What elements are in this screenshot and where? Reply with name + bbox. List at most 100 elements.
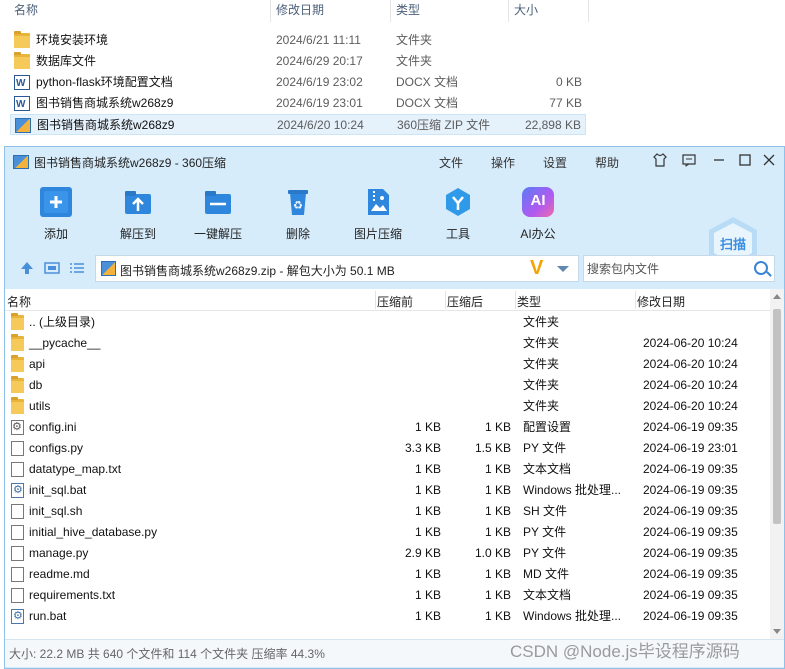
- table-row[interactable]: api 文件夹 2024-06-20 10:24: [5, 354, 770, 375]
- column-separator[interactable]: [375, 291, 376, 309]
- folder-icon: [11, 334, 24, 351]
- list-view-icon[interactable]: [69, 261, 85, 275]
- table-row[interactable]: readme.md 1 KB 1 KB MD 文件 2024-06-19 09:35: [5, 564, 770, 585]
- table-row[interactable]: run.bat 1 KB 1 KB Windows 批处理... 2024-06-19 …: [5, 606, 770, 627]
- menu-settings[interactable]: 设置: [543, 154, 567, 171]
- file-type: 配置设置: [523, 420, 572, 434]
- size-after: 1.5 KB: [474, 441, 511, 455]
- path-field[interactable]: 图书销售商城系统w268z9.zip - 解包大小为 50.1 MB V: [95, 255, 579, 282]
- table-row[interactable]: __pycache__ 文件夹 2024-06-20 10:24: [5, 333, 770, 354]
- col-before[interactable]: 压缩前: [377, 293, 413, 310]
- col-date[interactable]: 修改日期: [637, 293, 685, 310]
- up-arrow-icon[interactable]: [19, 261, 35, 275]
- search-box[interactable]: [583, 255, 775, 282]
- table-row[interactable]: utils 文件夹 2024-06-20 10:24: [5, 396, 770, 417]
- verified-badge[interactable]: V: [530, 257, 543, 280]
- file-date: 2024-06-20 10:24: [643, 357, 738, 371]
- explorer-col-size[interactable]: 大小: [508, 0, 538, 22]
- table-row[interactable]: datatype_map.txt 1 KB 1 KB 文本文档 2024-06-19 0…: [5, 459, 770, 480]
- size-after: 1 KB: [484, 525, 511, 539]
- close-icon[interactable]: [759, 152, 779, 172]
- column-separator[interactable]: [635, 291, 636, 309]
- menu-operate[interactable]: 操作: [491, 154, 515, 171]
- col-name[interactable]: 名称: [7, 293, 31, 310]
- maximize-icon[interactable]: [735, 152, 755, 172]
- extract-to-button[interactable]: 解压到: [103, 183, 173, 245]
- scroll-up-icon[interactable]: [773, 294, 781, 299]
- column-separator[interactable]: [515, 291, 516, 309]
- explorer-row[interactable]: 数据库文件 2024/6/29 20:17 文件夹: [10, 51, 586, 72]
- scroll-down-icon[interactable]: [773, 629, 781, 634]
- size-before: 1 KB: [414, 609, 441, 623]
- file-type: 文件夹: [523, 399, 560, 413]
- table-row[interactable]: init_sql.bat 1 KB 1 KB Windows 批处理... 2024-0…: [5, 480, 770, 501]
- file-type: Windows 批处理...: [523, 609, 622, 623]
- search-input[interactable]: [587, 260, 747, 278]
- column-separator[interactable]: [445, 291, 446, 309]
- size-after: 1.0 KB: [474, 546, 511, 560]
- menu-file[interactable]: 文件: [439, 154, 463, 171]
- file-date: 2024-06-20 10:24: [643, 378, 738, 392]
- file-name: python-flask环境配置文档: [36, 75, 173, 89]
- col-type[interactable]: 类型: [517, 293, 541, 310]
- chevron-down-icon[interactable]: [557, 266, 569, 272]
- table-row[interactable]: .. (上级目录) 文件夹: [5, 312, 770, 333]
- explorer-col-name[interactable]: 名称: [8, 0, 38, 22]
- file-date: 2024-06-19 09:35: [643, 525, 738, 539]
- explorer-col-type[interactable]: 类型: [390, 0, 420, 22]
- menu-help[interactable]: 帮助: [595, 154, 619, 171]
- file-name: configs.py: [29, 441, 84, 455]
- table-row[interactable]: initial_hive_database.py 1 KB 1 KB PY 文件 202…: [5, 522, 770, 543]
- table-row[interactable]: requirements.txt 1 KB 1 KB 文本文档 2024-06-19 0…: [5, 585, 770, 606]
- tools-button[interactable]: 工具: [423, 183, 493, 245]
- column-separator[interactable]: [588, 0, 589, 22]
- col-after[interactable]: 压缩后: [447, 293, 483, 310]
- table-row[interactable]: db 文件夹 2024-06-20 10:24: [5, 375, 770, 396]
- explorer-row-selected[interactable]: 图书销售商城系统w268z9 2024/6/20 10:24 360压缩 ZIP…: [10, 114, 586, 135]
- table-row[interactable]: config.ini 1 KB 1 KB 配置设置 2024-06-19 09:35: [5, 417, 770, 438]
- explorer-row[interactable]: 环境安装环境 2024/6/21 11:11 文件夹: [10, 30, 586, 51]
- scroll-thumb[interactable]: [773, 309, 781, 524]
- file-icon: [11, 546, 24, 561]
- explorer-header: 名称 修改日期 类型 大小: [0, 0, 590, 22]
- delete-button[interactable]: ♻ 删除: [263, 183, 333, 245]
- thumbnail-view-icon[interactable]: [44, 261, 60, 275]
- tools-label: 工具: [445, 227, 470, 241]
- archive-file-list: 名称 压缩前 压缩后 类型 修改日期 .. (上级目录) 文件夹 __pycache…: [5, 289, 784, 639]
- vertical-scrollbar[interactable]: [770, 289, 784, 639]
- table-row[interactable]: manage.py 2.9 KB 1.0 KB PY 文件 2024-06-19 09:…: [5, 543, 770, 564]
- folder-icon: [11, 313, 24, 330]
- explorer-row[interactable]: 图书销售商城系统w268z9 2024/6/19 23:01 DOCX 文档 7…: [10, 93, 586, 115]
- one-click-extract-button[interactable]: 一键解压: [183, 183, 253, 245]
- title-bar[interactable]: 图书销售商城系统w268z9 - 360压缩 文件 操作 设置 帮助: [5, 147, 784, 177]
- zip-icon: [101, 261, 116, 276]
- skin-icon[interactable]: [650, 152, 670, 172]
- file-date: 2024/6/29 20:17: [276, 54, 363, 68]
- size-after: 1 KB: [484, 588, 511, 602]
- explorer-col-date[interactable]: 修改日期: [270, 0, 324, 22]
- size-before: 2.9 KB: [404, 546, 441, 560]
- file-type: PY 文件: [523, 546, 567, 560]
- image-compress-button[interactable]: 图片压缩: [343, 183, 413, 245]
- feedback-icon[interactable]: [679, 152, 699, 172]
- size-before: 1 KB: [414, 588, 441, 602]
- file-date: 2024-06-19 09:35: [643, 588, 738, 602]
- ai-office-button[interactable]: AI AI办公: [503, 183, 573, 245]
- file-icon: [11, 588, 24, 603]
- minimize-icon[interactable]: [709, 152, 729, 172]
- image-compress-label: 图片压缩: [353, 227, 402, 241]
- tools-icon: [442, 187, 474, 217]
- table-row[interactable]: init_sql.sh 1 KB 1 KB SH 文件 2024-06-19 09:35: [5, 501, 770, 522]
- file-date: 2024/6/20 10:24: [277, 118, 364, 132]
- search-icon[interactable]: [754, 261, 768, 275]
- file-date: 2024/6/21 11:11: [276, 33, 361, 47]
- add-label: 添加: [43, 227, 68, 241]
- docx-icon: [14, 94, 30, 115]
- size-before: 1 KB: [414, 420, 441, 434]
- table-row[interactable]: configs.py 3.3 KB 1.5 KB PY 文件 2024-06-19 23…: [5, 438, 770, 459]
- file-date: 2024-06-20 10:24: [643, 336, 738, 350]
- batch-file-icon: [11, 606, 24, 627]
- add-button[interactable]: 添加: [21, 183, 91, 245]
- explorer-row[interactable]: python-flask环境配置文档 2024/6/19 23:02 DOCX …: [10, 72, 586, 94]
- svg-text:♻: ♻: [293, 199, 303, 212]
